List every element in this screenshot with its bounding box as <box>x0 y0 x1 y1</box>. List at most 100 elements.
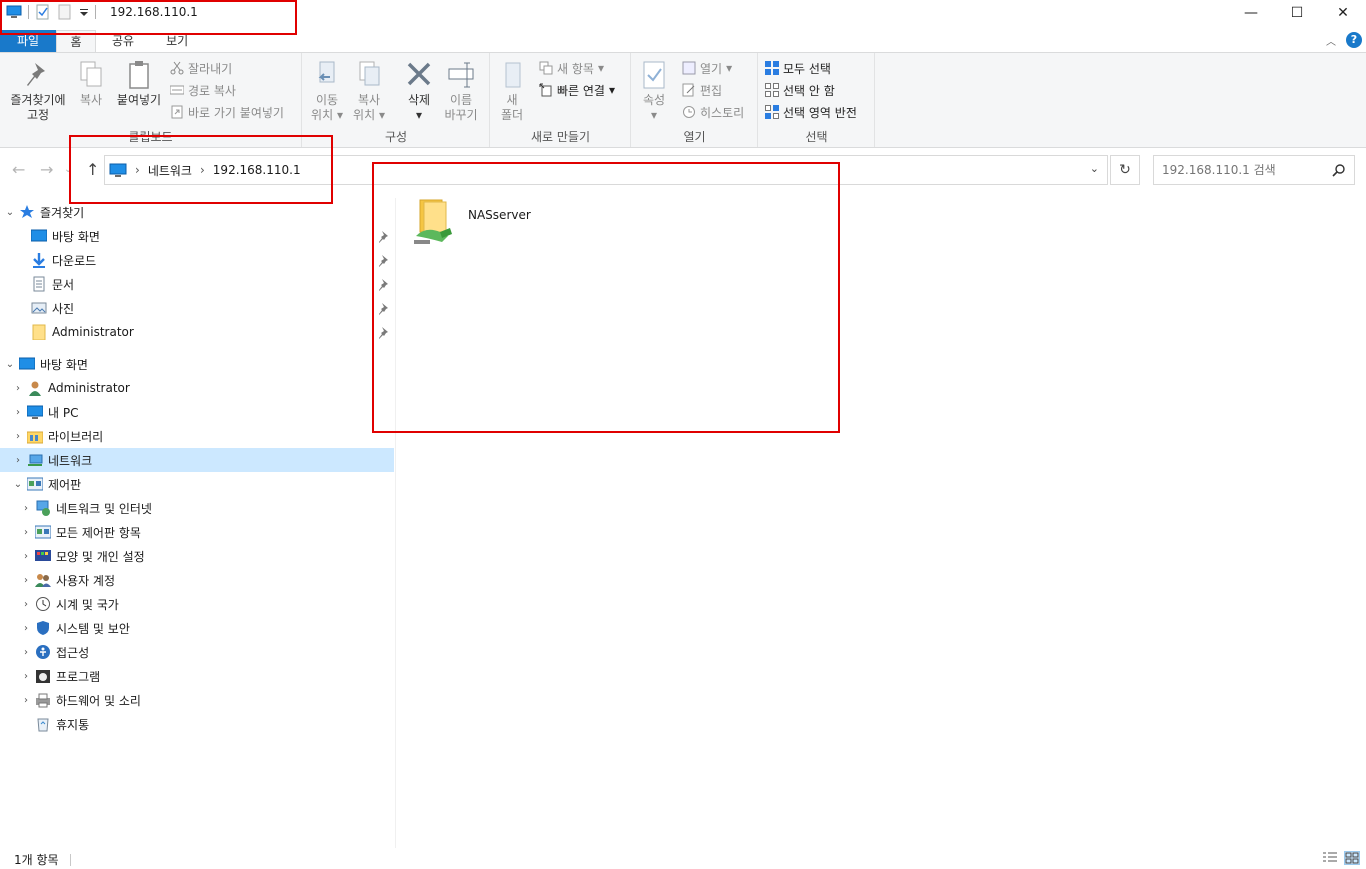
chevron-down-icon[interactable]: ⌄ <box>4 207 16 218</box>
tree-cp-network-internet[interactable]: › 네트워크 및 인터넷 <box>20 496 152 520</box>
properties-icon[interactable] <box>35 4 51 20</box>
tree-cp-all-items[interactable]: › 모든 제어판 항목 <box>20 520 141 544</box>
pane-splitter[interactable] <box>395 198 396 848</box>
chevron-right-icon[interactable]: › <box>20 599 32 610</box>
chevron-right-icon[interactable]: › <box>20 671 32 682</box>
back-arrow-icon[interactable]: ← <box>12 160 25 179</box>
delete-button[interactable]: 삭제 ▾ <box>401 59 437 123</box>
tree-cp-accessibility[interactable]: › 접근성 <box>20 640 89 664</box>
open-button[interactable]: 열기 ▾ <box>682 58 732 78</box>
recent-locations-chevron-icon[interactable]: ⌄ <box>64 164 72 175</box>
invert-selection-button[interactable]: 선택 영역 반전 <box>765 102 857 122</box>
search-icon[interactable] <box>1332 163 1346 177</box>
status-divider <box>70 854 71 866</box>
paste-shortcut-button[interactable]: 바로 가기 붙여넣기 <box>170 102 284 122</box>
tree-quick-desktop[interactable]: 바탕 화면 <box>16 224 100 248</box>
easy-access-button[interactable]: 빠른 연결 ▾ <box>539 80 615 100</box>
tree-cp-hardware-sound[interactable]: › 하드웨어 및 소리 <box>20 688 141 712</box>
pin-icon[interactable] <box>378 230 390 244</box>
pin-icon[interactable] <box>378 254 390 268</box>
search-input[interactable] <box>1153 155 1355 185</box>
title-bar: 192.168.110.1 — ☐ ✕ <box>0 0 1366 26</box>
properties-button[interactable]: 속성 ▾ <box>638 59 670 123</box>
paste-button[interactable]: 붙여넣기 <box>114 59 164 108</box>
group-label-open: 열기 <box>683 130 706 144</box>
cut-button[interactable]: 잘라내기 <box>170 58 232 78</box>
chevron-right-icon[interactable]: › <box>20 623 32 634</box>
address-dropdown-icon[interactable]: ⌄ <box>1090 162 1099 175</box>
refresh-button[interactable]: ↻ <box>1110 155 1140 185</box>
pin-icon[interactable] <box>378 326 390 340</box>
minimize-button[interactable]: — <box>1228 0 1274 26</box>
details-view-icon[interactable] <box>1322 851 1338 865</box>
tab-view[interactable]: 보기 <box>150 30 204 52</box>
tab-share[interactable]: 공유 <box>96 30 150 52</box>
new-item-button[interactable]: 새 항목 ▾ <box>539 58 604 78</box>
invert-selection-icon <box>765 105 779 119</box>
large-icons-view-icon[interactable] <box>1344 851 1360 865</box>
chevron-right-icon[interactable]: › <box>20 527 32 538</box>
tree-quick-downloads[interactable]: 다운로드 <box>16 248 96 272</box>
computer-icon[interactable] <box>6 4 22 20</box>
copy-button[interactable]: 복사 <box>74 59 108 108</box>
close-button[interactable]: ✕ <box>1320 0 1366 26</box>
chevron-right-icon[interactable]: › <box>12 455 24 466</box>
copy-path-button[interactable]: 경로 복사 <box>169 80 236 100</box>
tree-desktop[interactable]: ⌄ 바탕 화면 <box>4 352 88 376</box>
group-label-clipboard: 클립보드 <box>128 130 173 144</box>
tree-libraries[interactable]: › 라이브러리 <box>12 424 103 448</box>
content-item-nasserver[interactable]: NASserver <box>410 198 531 248</box>
tab-file[interactable]: 파일 <box>0 30 56 52</box>
tree-quick-documents[interactable]: 문서 <box>16 272 74 296</box>
shared-folder-icon <box>410 198 456 248</box>
chevron-down-icon[interactable]: ⌄ <box>12 479 24 490</box>
rename-icon <box>446 59 476 91</box>
up-arrow-icon[interactable]: ↑ <box>86 160 99 179</box>
tree-cp-programs[interactable]: › 프로그램 <box>20 664 100 688</box>
ribbon: 즐겨찾기에 고정 복사 붙여넣기 잘라내기 경로 복사 바로 가기 붙여넣기 클… <box>0 52 1366 148</box>
new-folder-icon[interactable] <box>57 4 73 20</box>
chevron-right-icon[interactable]: › <box>20 575 32 586</box>
pin-icon[interactable] <box>378 278 390 292</box>
tab-home[interactable]: 홈 <box>56 30 96 52</box>
tree-cp-clock-region[interactable]: › 시계 및 국가 <box>20 592 119 616</box>
pin-icon[interactable] <box>378 302 390 316</box>
chevron-right-icon[interactable]: › <box>20 551 32 562</box>
breadcrumb-network[interactable]: 네트워크 <box>148 162 192 179</box>
chevron-right-icon[interactable]: › <box>12 407 24 418</box>
move-to-button[interactable]: 이동 위치 ▾ <box>309 59 345 123</box>
tree-recycle-bin[interactable]: 휴지통 <box>20 712 89 736</box>
copy-to-icon <box>354 59 384 91</box>
tree-quick-access[interactable]: ⌄ 즐겨찾기 <box>4 200 84 224</box>
tree-control-panel[interactable]: ⌄ 제어판 <box>12 472 81 496</box>
select-all-button[interactable]: 모두 선택 <box>765 58 831 78</box>
tree-cp-appearance[interactable]: › 모양 및 개인 설정 <box>20 544 145 568</box>
tree-network[interactable]: › 네트워크 <box>0 448 394 472</box>
edit-button[interactable]: 편집 <box>682 80 722 100</box>
chevron-down-icon[interactable] <box>79 4 89 20</box>
chevron-up-icon[interactable]: ︿ <box>1326 33 1336 48</box>
chevron-right-icon[interactable]: › <box>12 383 24 394</box>
select-none-button[interactable]: 선택 안 함 <box>765 80 835 100</box>
address-bar[interactable]: › 네트워크 › 192.168.110.1 ⌄ <box>104 155 1108 185</box>
tree-quick-administrator[interactable]: Administrator <box>16 320 134 344</box>
maximize-button[interactable]: ☐ <box>1274 0 1320 26</box>
tree-cp-system-security[interactable]: › 시스템 및 보안 <box>20 616 130 640</box>
chevron-right-icon[interactable]: › <box>20 503 32 514</box>
chevron-down-icon[interactable]: ⌄ <box>4 359 16 370</box>
tree-quick-pictures[interactable]: 사진 <box>16 296 74 320</box>
forward-arrow-icon[interactable]: → <box>40 160 53 179</box>
help-icon[interactable]: ? <box>1346 32 1362 48</box>
tree-cp-user-accounts[interactable]: › 사용자 계정 <box>20 568 115 592</box>
chevron-right-icon[interactable]: › <box>12 431 24 442</box>
history-button[interactable]: 히스토리 <box>682 102 744 122</box>
pin-quick-access-button[interactable]: 즐겨찾기에 고정 <box>6 59 70 123</box>
tree-administrator[interactable]: › Administrator <box>12 376 130 400</box>
copy-to-button[interactable]: 복사 위치 ▾ <box>351 59 387 123</box>
breadcrumb-host[interactable]: 192.168.110.1 <box>213 163 301 177</box>
chevron-right-icon[interactable]: › <box>20 695 32 706</box>
tree-this-pc[interactable]: › 내 PC <box>12 400 78 424</box>
new-folder-button[interactable]: 새 폴더 <box>497 59 527 123</box>
chevron-right-icon[interactable]: › <box>20 647 32 658</box>
rename-button[interactable]: 이름 바꾸기 <box>441 59 481 123</box>
